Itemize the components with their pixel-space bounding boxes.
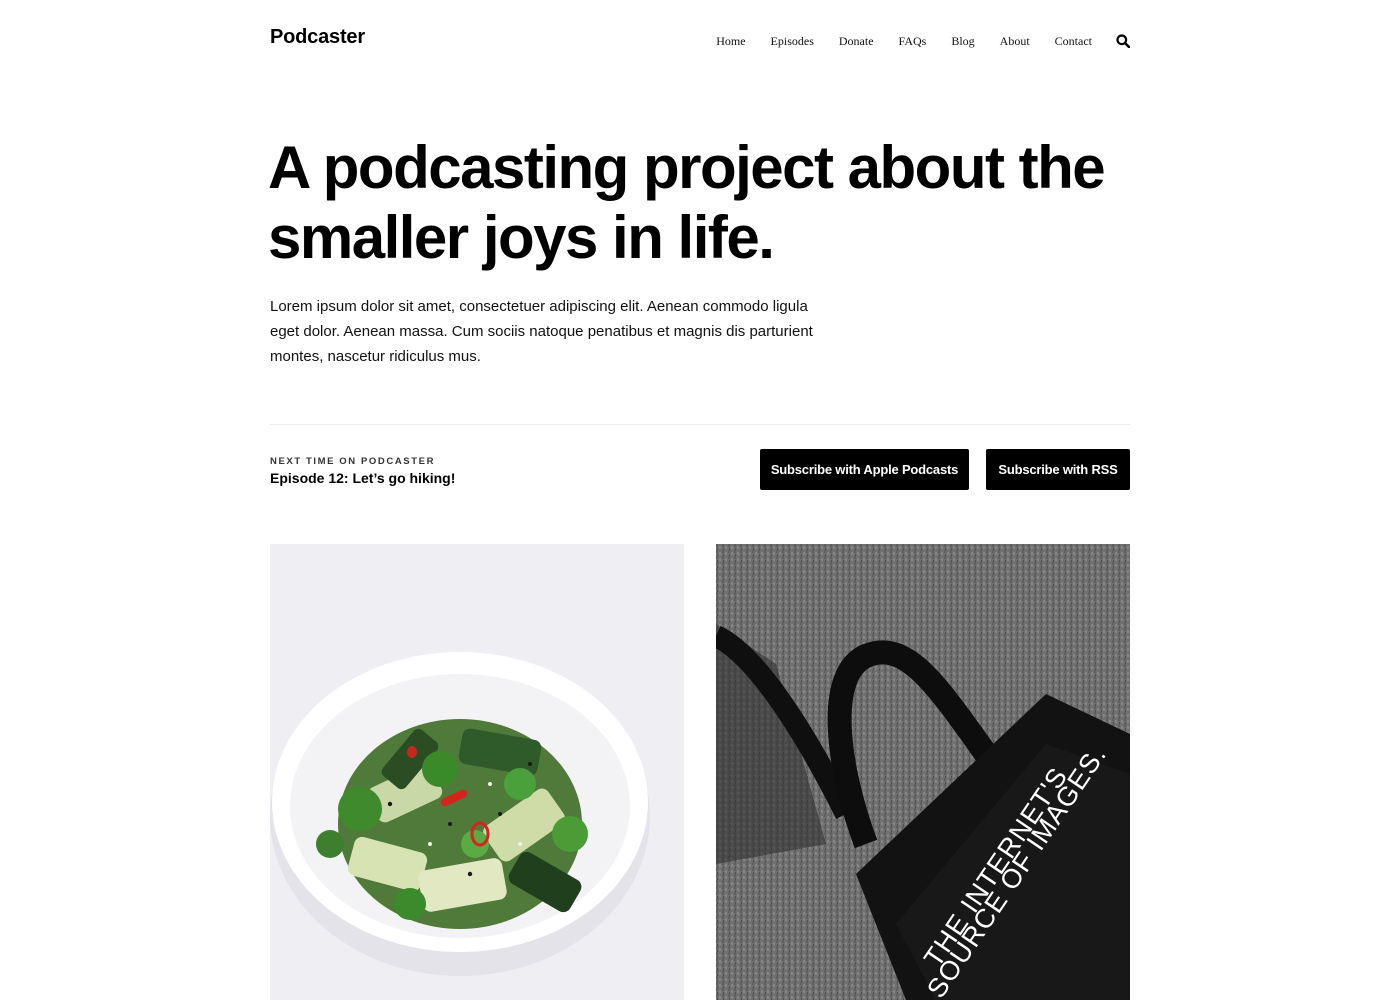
nav-item-home[interactable]: Home [716, 31, 745, 51]
nav-item-donate[interactable]: Donate [839, 31, 874, 51]
site-title[interactable]: Podcaster [270, 26, 365, 49]
next-episode-label: NEXT TIME ON PODCASTER [270, 456, 436, 467]
hero-title: A podcasting project about the smaller j… [268, 134, 1106, 271]
nav-item-contact[interactable]: Contact [1055, 31, 1092, 51]
search-icon[interactable] [1116, 34, 1130, 48]
nav-item-faqs[interactable]: FAQs [899, 31, 927, 51]
subscribe-apple-button[interactable]: Subscribe with Apple Podcasts [760, 449, 969, 490]
tote-bag-illustration: THE INTERNET'S SOURCE OF IMAGES. [716, 544, 1130, 1000]
card-image-salad-bowl[interactable] [270, 544, 684, 1000]
nav-item-blog[interactable]: Blog [951, 31, 974, 51]
next-episode-title[interactable]: Episode 12: Let’s go hiking! [270, 470, 455, 486]
nav-item-episodes[interactable]: Episodes [771, 31, 814, 51]
nav-item-about[interactable]: About [1000, 31, 1030, 51]
hero-description: Lorem ipsum dolor sit amet, consectetuer… [270, 298, 813, 365]
card-image-tote-bag[interactable]: THE INTERNET'S SOURCE OF IMAGES. [716, 544, 1130, 1000]
page: Podcaster Home Episodes Donate FAQs Blog… [0, 0, 1400, 1000]
subscribe-rss-button[interactable]: Subscribe with RSS [986, 449, 1130, 490]
main-nav: Home Episodes Donate FAQs Blog About Con… [716, 31, 1130, 51]
salad-bowl-illustration [270, 544, 684, 1000]
divider [270, 424, 1130, 425]
